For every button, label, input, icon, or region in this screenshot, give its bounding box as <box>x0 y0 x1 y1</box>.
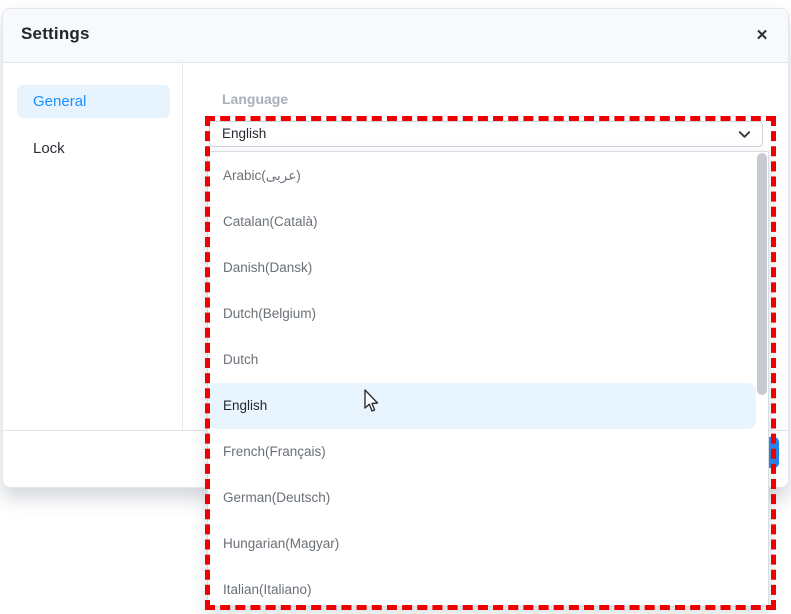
dropdown-option[interactable]: German(Deutsch) <box>208 475 768 521</box>
dropdown-option[interactable]: Hungarian(Magyar) <box>208 521 768 567</box>
dropdown-scrollbar-thumb[interactable] <box>757 153 767 395</box>
sidebar-item-lock[interactable]: Lock <box>17 132 170 165</box>
dropdown-option[interactable]: Danish(Dansk) <box>208 245 768 291</box>
close-icon[interactable]: ✕ <box>751 25 773 47</box>
dialog-header: Settings ✕ <box>3 9 788 63</box>
dropdown-option[interactable]: Catalan(Català) <box>208 199 768 245</box>
sidebar-item-label: Lock <box>33 140 65 157</box>
screen: Settings ✕ General Lock Language English… <box>0 0 791 614</box>
language-select-value: English <box>222 126 267 141</box>
dialog-title: Settings <box>21 24 90 43</box>
language-select[interactable]: English <box>209 121 763 147</box>
dropdown-option-selected[interactable]: English <box>208 383 756 429</box>
chevron-down-icon <box>738 131 751 138</box>
language-dropdown-panel: Arabic(عربى) Catalan(Català) Danish(Dans… <box>207 151 769 607</box>
dropdown-option[interactable]: Dutch <box>208 337 768 383</box>
language-label: Language <box>222 91 289 107</box>
dropdown-option[interactable]: French(Français) <box>208 429 768 475</box>
sidebar-item-general[interactable]: General <box>17 85 170 118</box>
dropdown-option[interactable]: Arabic(عربى) <box>208 153 768 199</box>
sidebar: General Lock <box>3 63 183 431</box>
dropdown-option[interactable]: Dutch(Belgium) <box>208 291 768 337</box>
dropdown-option[interactable]: Italian(Italiano) <box>208 567 768 606</box>
sidebar-item-label: General <box>33 93 87 110</box>
